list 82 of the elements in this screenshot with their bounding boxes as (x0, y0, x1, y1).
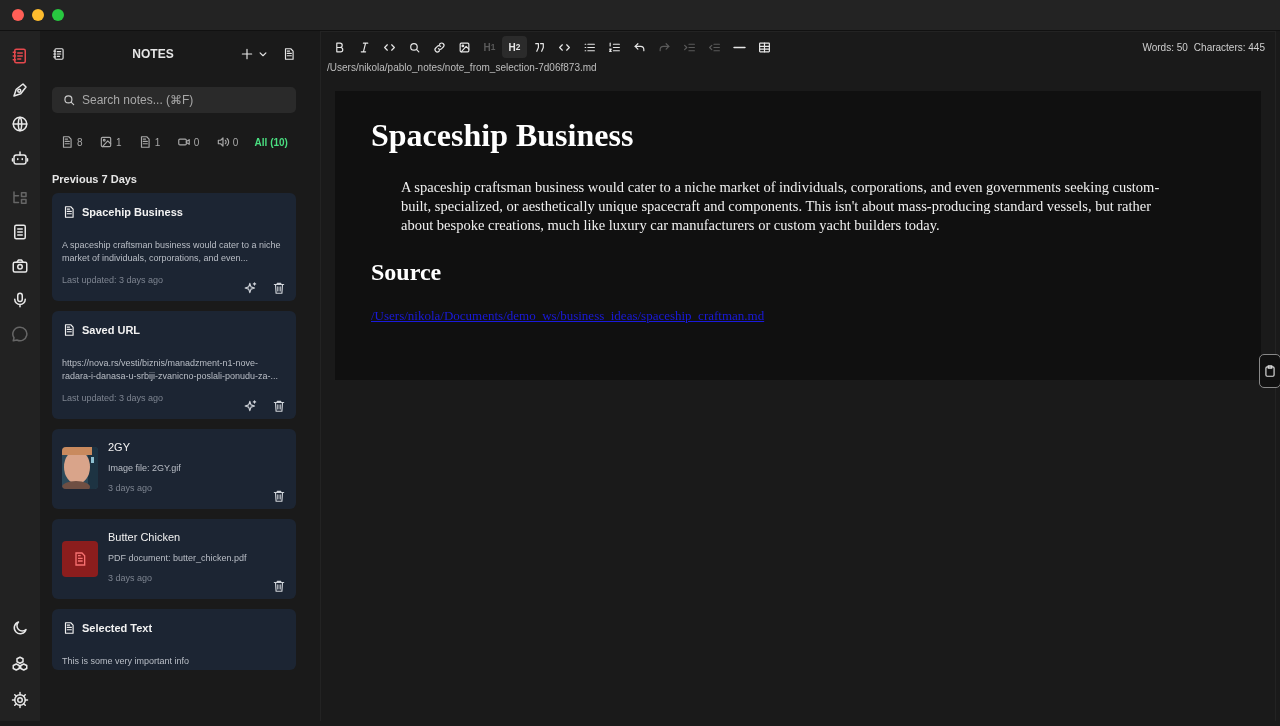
note-title: Spacehip Business (82, 206, 183, 218)
add-note-icon[interactable] (240, 47, 254, 61)
italic-icon (358, 40, 371, 54)
settings-icon[interactable] (11, 691, 29, 709)
sparkle-button[interactable] (244, 399, 258, 413)
file-path: /Users/nikola/pablo_notes/note_from_selection-7d06f873.md (326, 62, 598, 73)
sparkle-icon (244, 281, 258, 295)
sparkle-button[interactable] (244, 281, 258, 295)
trash-icon (272, 579, 286, 593)
search-icon (408, 40, 421, 54)
zoom-window-button[interactable] (52, 9, 64, 21)
quote-icon (533, 40, 546, 54)
microphone-icon[interactable] (11, 291, 29, 309)
table-icon (758, 40, 771, 54)
images-icon (98, 135, 113, 149)
camera-icon[interactable] (11, 257, 29, 275)
note-title: Selected Text (82, 622, 153, 634)
close-window-button[interactable] (12, 9, 24, 21)
filter-chip[interactable]: 1 (98, 135, 122, 149)
moon-icon[interactable] (11, 619, 29, 637)
file-card[interactable]: 2GY Image file: 2GY.gif 3 days ago (52, 429, 296, 509)
filter-chip[interactable]: 1 (137, 135, 161, 149)
videos-icon (176, 135, 191, 149)
trash-icon (272, 281, 286, 295)
panel-title: NOTES (131, 47, 175, 61)
filter-chip[interactable]: 0 (176, 135, 200, 149)
document-icon[interactable] (282, 47, 296, 61)
note-excerpt: This is some very important info (62, 655, 191, 668)
clipboard-icon (1263, 364, 1277, 378)
file-title: 2GY (108, 441, 131, 453)
cubes-icon[interactable] (11, 655, 29, 673)
note-title: Saved URL (82, 324, 141, 336)
section-heading: Previous 7 Days (52, 173, 138, 185)
note-excerpt: A spaceship craftsman business would cater to a niche market of individuals, corporations, and even... (62, 239, 282, 265)
robot-icon[interactable] (11, 149, 29, 167)
document-icon (62, 323, 76, 337)
word-count: Words: 50 (1142, 41, 1188, 53)
search-field[interactable]: Search notes... (⌘F) (52, 87, 296, 113)
character-count: Characters: 445 (1193, 41, 1265, 53)
all-filter[interactable]: All (10) (254, 136, 288, 148)
bold-icon (333, 40, 346, 54)
file-timestamp: 3 days ago (108, 483, 154, 493)
file-timestamp: 3 days ago (108, 573, 154, 583)
audio-icon (215, 135, 230, 149)
globe-icon[interactable] (11, 115, 29, 133)
redo-icon (658, 40, 671, 54)
undo-icon (633, 40, 646, 54)
section-heading: Source (371, 259, 443, 286)
note-timestamp: Last updated: 3 days ago (62, 393, 165, 403)
document-icon (62, 205, 76, 219)
filter-chip[interactable]: 8 (60, 135, 83, 149)
numbered-list-icon (608, 40, 621, 54)
document-icon (62, 621, 76, 635)
notes-icon[interactable] (11, 223, 29, 241)
quote-paragraph: A spaceship craftsman business would cater to a niche market of individuals, corporations, and even governments seeking custom-built, specialized, or aesthetically unique spacecraft and components. This isn't about mass-producing standard vessels, but rather about bespoke creations, much like luxury car manufacturers or custom yacht builders today. (401, 178, 1161, 235)
note-timestamp: Last updated: 3 days ago (62, 275, 165, 285)
clipboard-button[interactable] (1259, 354, 1280, 388)
notes-icon (60, 135, 74, 149)
note-card[interactable]: Selected Text This is some very important info (52, 609, 296, 670)
document-title: Spaceship Business (371, 117, 635, 154)
delete-button[interactable] (272, 399, 286, 413)
file-card[interactable]: Butter Chicken PDF document: butter_chicken.pdf 3 days ago (52, 519, 296, 599)
delete-button[interactable] (272, 489, 286, 503)
filter-chip[interactable]: 0 (215, 135, 239, 149)
notebook-icon[interactable] (52, 47, 66, 61)
search-icon (62, 93, 76, 107)
trash-icon (272, 489, 286, 503)
pdf-icon (62, 541, 98, 577)
sparkle-icon (244, 399, 258, 413)
image-icon (458, 40, 471, 54)
file-title: Butter Chicken (108, 531, 182, 543)
file-description: PDF document: butter_chicken.pdf (108, 553, 248, 563)
note-card[interactable]: Saved URL https://nova.rs/vesti/biznis/manadzment-n1-nove-radara-i-danasa-u-srbiji-zvanicno-poslali-ponudu-za-... Last updated: 3 days ago (52, 311, 296, 419)
minimize-window-button[interactable] (32, 9, 44, 21)
link-icon (433, 40, 446, 54)
note-excerpt: https://nova.rs/vesti/biznis/manadzment-n1-nove-radara-i-danasa-u-srbiji-zvanicno-poslali-ponudu-za-... (62, 357, 280, 383)
trash-icon (272, 399, 286, 413)
delete-button[interactable] (272, 281, 286, 295)
note-card[interactable]: Spacehip Business A spaceship craftsman business would cater to a niche market of individuals, corporations, and even... Last updated: 3 days ago (52, 193, 296, 301)
delete-button[interactable] (272, 579, 286, 593)
file-description: Image file: 2GY.gif (108, 463, 182, 473)
pen-icon[interactable] (11, 81, 29, 99)
